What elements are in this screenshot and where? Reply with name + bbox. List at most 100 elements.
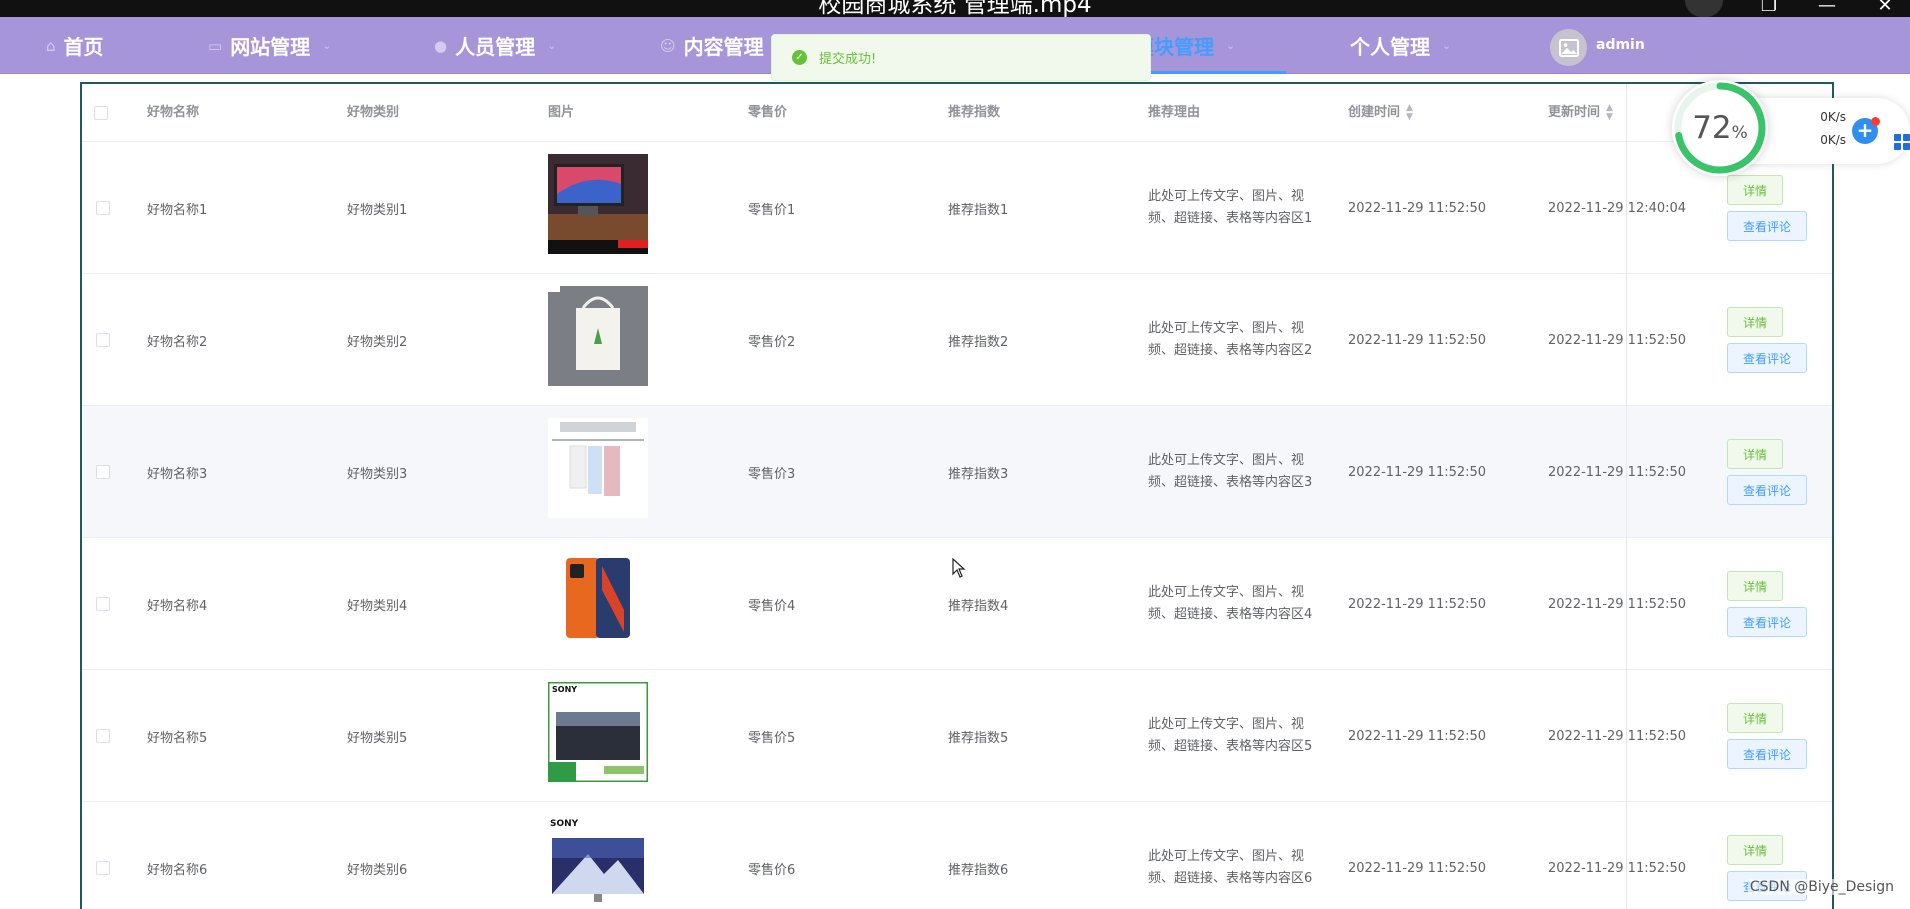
detail-button[interactable]: 详情 <box>1727 703 1783 733</box>
row-checkbox[interactable] <box>96 597 110 611</box>
sort-icon[interactable]: ▲ ▼ <box>1606 103 1613 122</box>
memory-gauge[interactable]: 72% <box>1672 80 1768 176</box>
view-reviews-button[interactable]: 查看评论 <box>1727 475 1807 505</box>
header-updated[interactable]: 更新时间 ▲ ▼ <box>1548 84 1613 142</box>
user-icon: ● <box>434 36 448 55</box>
cell-index: 推荐指数3 <box>948 466 1009 482</box>
cell-updated: 2022-11-29 12:40:04 <box>1548 200 1687 216</box>
row-checkbox[interactable] <box>96 861 110 875</box>
cell-name: 好物名称1 <box>147 202 208 218</box>
username[interactable]: admin <box>1596 17 1645 74</box>
row-checkbox[interactable] <box>96 729 110 743</box>
toast-message: 提交成功! <box>819 52 877 67</box>
detail-button[interactable]: 详情 <box>1727 175 1783 205</box>
detail-button[interactable]: 详情 <box>1727 835 1783 865</box>
detail-button[interactable]: 详情 <box>1727 571 1783 601</box>
chevron-down-icon: ⌄ <box>1226 39 1236 52</box>
select-all-checkbox[interactable] <box>94 106 108 120</box>
nav-home[interactable]: ⌂ 首页 <box>46 17 104 74</box>
row-checkbox[interactable] <box>96 333 110 347</box>
view-reviews-button[interactable]: 查看评论 <box>1727 343 1807 373</box>
table-row[interactable]: 好物名称1 好物类别1 零售价1 推荐指数1 此处可上传文字、图片、视频、超链接、表格等… <box>82 142 1832 274</box>
header-created-label: 创建时间 <box>1348 105 1401 120</box>
header-created[interactable]: 创建时间 ▲ ▼ <box>1348 84 1413 142</box>
nav-site-label: 网站管理 <box>230 35 311 59</box>
cell-category: 好物类别5 <box>347 730 408 746</box>
fixed-column-divider <box>1626 84 1627 909</box>
table-row[interactable]: 好物名称5 好物类别5 SONY 零售价5 推荐指数5 此处可上传文字、图片、视频、超链接… <box>82 670 1832 802</box>
download-speed-value: 0K/s <box>1820 133 1846 147</box>
nav-personal-management[interactable]: 个人管理 ⌄ <box>1350 17 1451 74</box>
cell-category: 好物类别2 <box>347 334 408 350</box>
cell-index: 推荐指数5 <box>948 730 1009 746</box>
window-controls: ❐ — ✕ <box>1758 0 1896 15</box>
header-price: 零售价 <box>748 105 788 120</box>
cell-updated: 2022-11-29 11:52:50 <box>1548 332 1687 348</box>
cell-price: 零售价2 <box>748 334 796 350</box>
nav-content-management[interactable]: ☺ 内容管理 <box>660 17 764 74</box>
cell-price: 零售价5 <box>748 730 796 746</box>
detail-button[interactable]: 详情 <box>1727 439 1783 469</box>
view-reviews-button[interactable]: 查看评论 <box>1727 211 1807 241</box>
nav-content-label: 内容管理 <box>683 35 764 59</box>
svg-text:SONY: SONY <box>550 819 579 829</box>
product-image[interactable] <box>548 286 648 386</box>
cell-index: 推荐指数6 <box>948 862 1009 878</box>
product-image[interactable] <box>548 550 648 650</box>
detail-button[interactable]: 详情 <box>1727 307 1783 337</box>
avatar[interactable] <box>1550 29 1587 66</box>
cell-created: 2022-11-29 11:52:50 <box>1348 728 1487 744</box>
product-image[interactable]: SONY <box>546 680 650 784</box>
restore-icon[interactable]: ❐ <box>1758 0 1780 15</box>
close-icon[interactable]: ✕ <box>1874 0 1896 15</box>
product-image[interactable]: SONY <box>548 814 648 909</box>
cell-created: 2022-11-29 11:52:50 <box>1348 200 1487 216</box>
download-speed: ↓ 0K/s <box>1756 133 1846 149</box>
table-header: 好物名称 好物类别 图片 零售价 推荐指数 推荐理由 创建时间 ▲ ▼ 更新时间 ▲ ▼ <box>82 84 1832 142</box>
table-row[interactable]: 好物名称3 好物类别3 零售价3 推荐指数3 此处可上传文字、图片、视频、超链接、表格等… <box>82 406 1832 538</box>
mouse-cursor-icon <box>952 558 966 578</box>
cell-name: 好物名称5 <box>147 730 208 746</box>
cell-reason: 此处可上传文字、图片、视频、超链接、表格等内容区3 <box>1148 453 1313 490</box>
cell-reason-wrap: 此处可上传文字、图片、视频、超链接、表格等内容区2 <box>1148 274 1328 406</box>
cell-reason: 此处可上传文字、图片、视频、超链接、表格等内容区5 <box>1148 717 1313 754</box>
cell-created: 2022-11-29 11:52:50 <box>1348 596 1487 612</box>
watermark: CSDN @Biye_Design <box>1747 879 1896 895</box>
nav-home-label: 首页 <box>63 35 104 59</box>
cell-reason-wrap: 此处可上传文字、图片、视频、超链接、表格等内容区3 <box>1148 406 1328 538</box>
header-index: 推荐指数 <box>948 105 1001 120</box>
cell-index: 推荐指数2 <box>948 334 1009 350</box>
cell-updated: 2022-11-29 11:52:50 <box>1548 464 1687 480</box>
view-reviews-button[interactable]: 查看评论 <box>1727 607 1807 637</box>
success-toast: ✓ 提交成功! <box>771 34 1151 81</box>
check-circle-icon: ✓ <box>792 50 807 65</box>
product-image[interactable] <box>548 154 648 254</box>
row-checkbox[interactable] <box>96 201 110 215</box>
nav-people-management[interactable]: ● 人员管理 ⌄ <box>434 17 556 74</box>
smile-icon: ☺ <box>660 36 676 55</box>
row-checkbox[interactable] <box>96 465 110 479</box>
header-image: 图片 <box>548 105 575 120</box>
header-name: 好物名称 <box>147 105 200 120</box>
cell-created: 2022-11-29 11:52:50 <box>1348 464 1487 480</box>
table-row[interactable]: 好物名称6 好物类别6 SONY 零售价6 推荐指数6 此处可上传文字、图片、视频、超链接… <box>82 802 1832 909</box>
nav-site-management[interactable]: ▭ 网站管理 ⌄ <box>208 17 331 74</box>
cell-updated: 2022-11-29 11:52:50 <box>1548 596 1687 612</box>
cell-category: 好物类别3 <box>347 466 408 482</box>
gauge-percent: 72 <box>1692 110 1732 146</box>
view-reviews-button[interactable]: 查看评论 <box>1727 739 1807 769</box>
cell-updated: 2022-11-29 11:52:50 <box>1548 860 1687 876</box>
minimize-icon[interactable]: — <box>1816 0 1838 15</box>
cell-reason-wrap: 此处可上传文字、图片、视频、超链接、表格等内容区6 <box>1148 802 1328 909</box>
cell-index: 推荐指数1 <box>948 202 1009 218</box>
upload-speed: ↑ 0K/s <box>1756 110 1846 126</box>
nav-people-label: 人员管理 <box>455 35 536 59</box>
table-row[interactable]: 好物名称2 好物类别2 零售价2 推荐指数2 此处可上传文字、图片、视频、超链接、表格等… <box>82 274 1832 406</box>
monitor-icon: ▭ <box>208 36 223 55</box>
cell-price: 零售价4 <box>748 598 796 614</box>
sort-icon[interactable]: ▲ ▼ <box>1406 103 1413 122</box>
apps-grid-icon[interactable] <box>1894 134 1910 154</box>
cell-created: 2022-11-29 11:52:50 <box>1348 332 1487 348</box>
cell-reason: 此处可上传文字、图片、视频、超链接、表格等内容区6 <box>1148 849 1313 886</box>
product-image[interactable] <box>548 418 648 518</box>
